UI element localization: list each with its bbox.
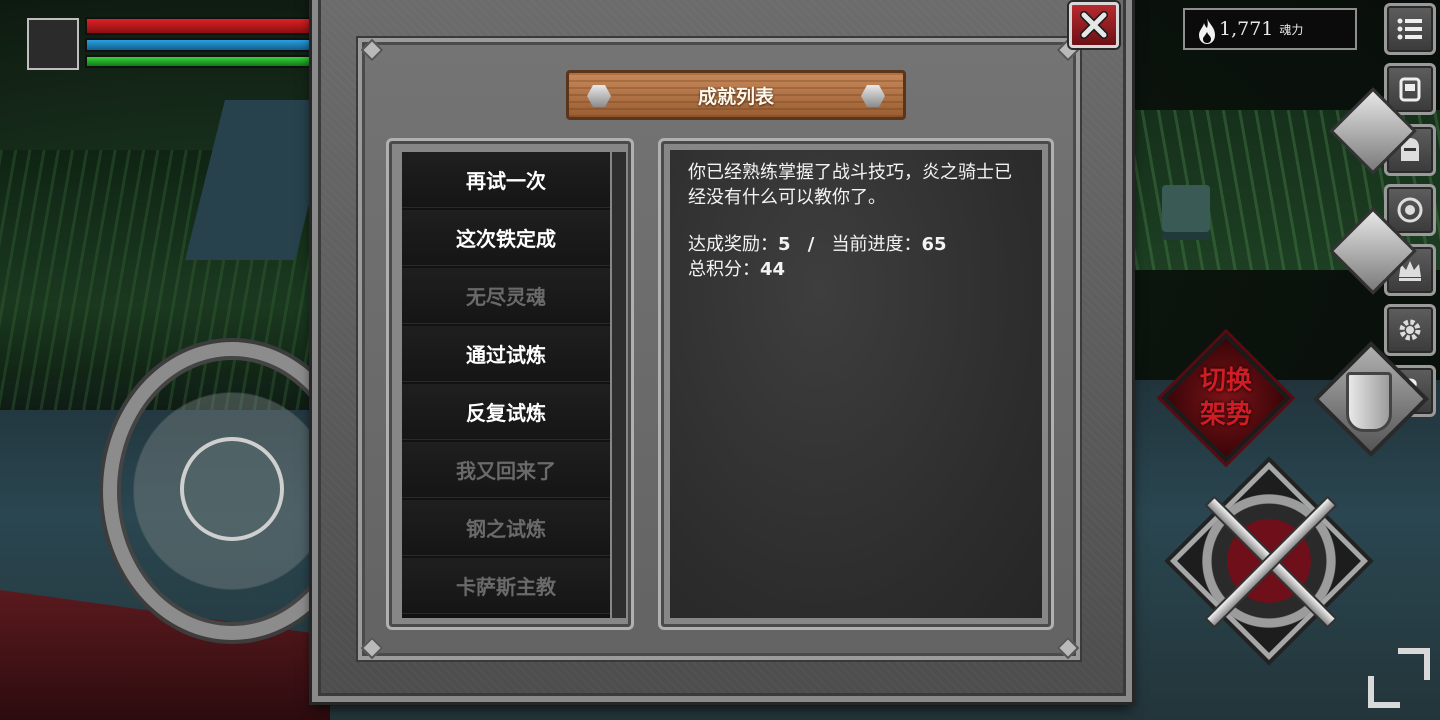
panel-title-plank: 成就列表 [566, 70, 906, 120]
achievement-item[interactable]: 卡萨斯主教 [402, 558, 610, 614]
achievement-list[interactable]: 再试一次 这次铁定成 无尽灵魂 通过试炼 反复试炼 我又回来了 钢之试炼 卡萨斯主教 [402, 152, 610, 618]
achievement-item[interactable]: 再试一次 [402, 152, 610, 208]
shield-icon [1346, 372, 1392, 432]
emblem-icon [1397, 197, 1423, 223]
achievement-item[interactable]: 钢之试炼 [402, 500, 610, 556]
achievement-item[interactable]: 无尽灵魂 [402, 268, 610, 324]
close-x-icon [1080, 11, 1108, 39]
panel-title: 成就列表 [697, 85, 774, 108]
stance-label-line2: 架势 [1199, 400, 1252, 430]
achievement-stats: 达成奖励：5 / 当前进度：65 总积分：44 [688, 232, 1024, 282]
achievement-detail: 你已经熟练掌握了战斗技巧，炎之骑士已经没有什么可以教你了。 达成奖励：5 / 当… [670, 150, 1042, 618]
tombstone [1162, 185, 1210, 240]
reward-value: 5 [778, 234, 791, 255]
mana-bar [85, 38, 317, 52]
switch-stance-label: 切换 架势 [1180, 364, 1272, 432]
progress-value: 65 [921, 234, 947, 255]
achievement-item[interactable]: 通过试炼 [402, 326, 610, 382]
total-score-label: 总积分： [688, 259, 760, 280]
achievement-item[interactable]: 我又回来了 [402, 442, 610, 498]
total-score-value: 44 [760, 259, 786, 280]
stance-label-line1: 切换 [1199, 366, 1252, 396]
soul-currency-display: 1,771 魂力 [1183, 8, 1357, 50]
nail-icon [861, 85, 885, 107]
player-portrait [27, 18, 79, 70]
flame-icon [1199, 18, 1215, 44]
menu-button[interactable] [1384, 3, 1436, 55]
nail-icon [587, 85, 611, 107]
currency-amount: 1,771 [1219, 18, 1274, 40]
inventory-icon [1399, 77, 1421, 102]
stats-separator: / [807, 234, 815, 255]
expand-corner-icon[interactable] [1398, 648, 1430, 680]
settings-button[interactable] [1384, 304, 1436, 356]
progress-label: 当前进度： [831, 234, 922, 255]
close-button[interactable] [1069, 2, 1119, 48]
expand-corner-icon[interactable] [1368, 676, 1400, 708]
achievement-list-scrollbar[interactable] [612, 152, 626, 618]
reward-label: 达成奖励： [688, 234, 778, 255]
gear-icon [1399, 319, 1421, 341]
achievement-description: 你已经熟练掌握了战斗技巧，炎之骑士已经没有什么可以教你了。 [688, 162, 1012, 208]
health-bar [85, 17, 317, 35]
currency-unit: 魂力 [1279, 22, 1304, 37]
joystick-knob[interactable] [180, 437, 284, 541]
achievement-item[interactable]: 这次铁定成 [402, 210, 610, 266]
menu-list-icon [1397, 18, 1422, 40]
achievement-item[interactable]: 反复试炼 [402, 384, 610, 440]
stamina-bar [85, 55, 317, 68]
